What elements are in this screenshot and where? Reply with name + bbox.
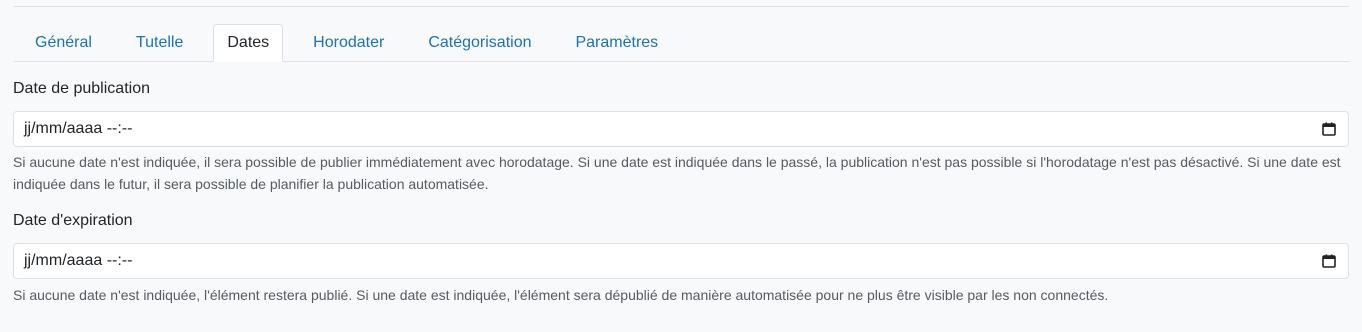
tab-tutelle[interactable]: Tutelle [114, 24, 205, 62]
expiration-date-input[interactable]: jj/mm/aaaa --:-- [13, 243, 1349, 279]
tab-general[interactable]: Général [13, 24, 114, 62]
publication-date-value: jj/mm/aaaa --:-- [24, 120, 133, 137]
tab-dates[interactable]: Dates [213, 24, 284, 62]
expiration-date-value: jj/mm/aaaa --:-- [24, 252, 133, 269]
expiration-date-label: Date d'expiration [13, 212, 133, 229]
top-divider [13, 6, 1349, 7]
expiration-date-help: Si aucune date n'est indiquée, l'élément… [13, 287, 1109, 303]
tab-categorisation[interactable]: Catégorisation [406, 24, 553, 62]
calendar-icon[interactable] [1322, 122, 1336, 136]
tab-bar: Général Tutelle Dates Horodater Catégori… [13, 23, 1349, 62]
publication-date-help: Si aucune date n'est indiquée, il sera p… [13, 154, 1341, 192]
tab-horodater[interactable]: Horodater [291, 24, 406, 62]
calendar-icon[interactable] [1322, 254, 1336, 268]
publication-date-label: Date de publication [13, 80, 150, 97]
publication-date-input[interactable]: jj/mm/aaaa --:-- [13, 111, 1349, 147]
tab-parametres[interactable]: Paramètres [553, 24, 680, 62]
